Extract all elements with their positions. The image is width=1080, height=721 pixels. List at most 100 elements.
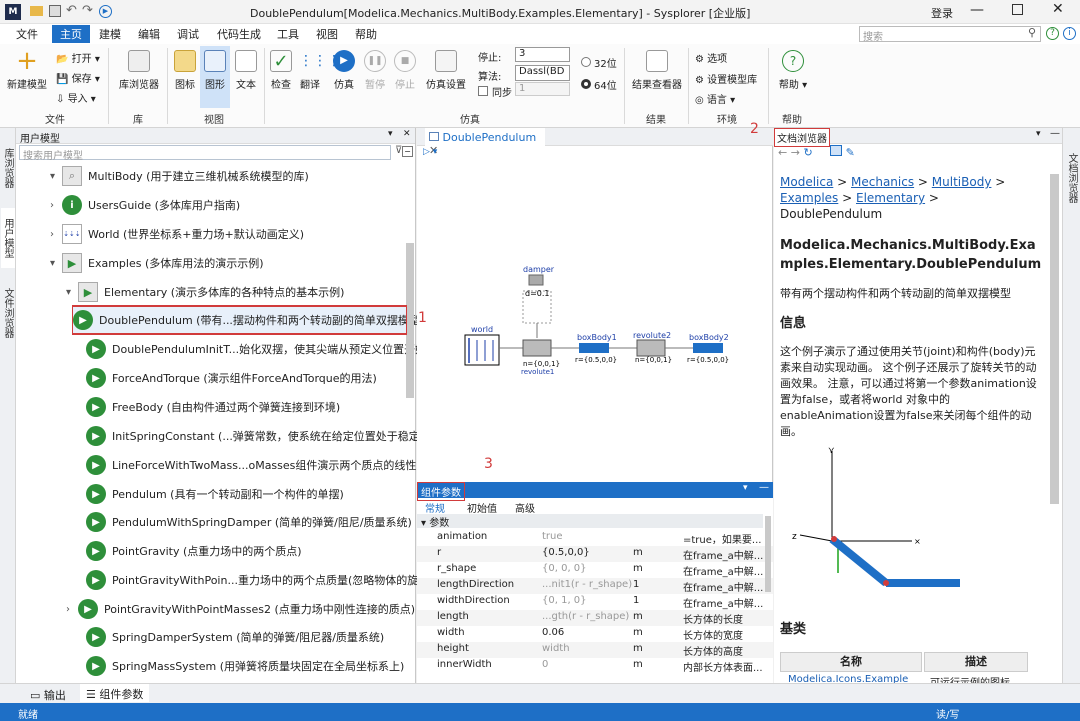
run-icon[interactable]: ▶ [99, 5, 112, 18]
param-value[interactable]: 0 [542, 659, 642, 670]
folder-icon[interactable] [30, 6, 43, 16]
simulate-button[interactable]: ▶ 仿真 [331, 50, 357, 91]
menu-home[interactable]: 主页 [52, 25, 90, 43]
tree-item[interactable]: ▶ FreeBody (自由构件通过两个弹簧连接到环境) [74, 393, 340, 421]
about-icon[interactable]: i [1063, 27, 1076, 40]
menu-tools[interactable]: 工具 [277, 26, 299, 42]
close-button[interactable]: ✕ [1052, 1, 1064, 17]
collapse-icon[interactable]: − [402, 146, 413, 157]
diagram-canvas[interactable]: world damper d=0.1 n={0,0,1} revolute1 b… [417, 158, 773, 478]
tab-doublependulum[interactable]: DoublePendulum ✕ [425, 128, 545, 157]
chevron-right-icon[interactable]: › [66, 604, 78, 615]
help-button[interactable]: ? 帮助 ▾ [778, 50, 808, 91]
check-button[interactable]: ✓ 检查 [268, 50, 294, 91]
algorithm-select[interactable]: Dassl(BD [515, 65, 570, 81]
tab-lib-browser[interactable]: 库浏览器 [1, 136, 15, 200]
diagram-view-button[interactable]: 图形 [200, 46, 230, 108]
global-search-input[interactable]: 搜索 [859, 26, 1041, 43]
world-block[interactable] [464, 334, 500, 366]
tree-item[interactable]: › i UsersGuide (多体库用户指南) [50, 191, 240, 219]
radio-32[interactable] [581, 57, 591, 67]
user-model-search-input[interactable]: 搜索用户模型 [19, 145, 391, 162]
translate-button[interactable]: ⋮⋮⋮ 翻译 [297, 50, 341, 91]
param-value[interactable]: ...gth(r - r_shape) [542, 611, 642, 622]
tab-user-models[interactable]: 用户模型 [1, 208, 15, 268]
param-row[interactable]: length ...gth(r - r_shape) m 长方体的长度 [417, 610, 773, 626]
language-button[interactable]: ◎ 语言 ▾ [695, 91, 735, 106]
tab-file-browser[interactable]: 文件浏览器 [1, 278, 15, 348]
search-icon[interactable]: ⚲ [1028, 26, 1036, 39]
menu-codegen[interactable]: 代码生成 [217, 26, 261, 42]
menu-help[interactable]: 帮助 [355, 26, 377, 42]
tree-item[interactable]: ▾ ⌕ MultiBody (用于建立三维机械系统模型的库) [50, 162, 309, 190]
icon-view-button[interactable]: 图标 [172, 50, 198, 91]
menu-edit[interactable]: 编辑 [138, 26, 160, 42]
forward-icon[interactable]: → [791, 146, 800, 159]
doc-minimize-icon[interactable]: — [1050, 128, 1060, 139]
tree-item[interactable]: ▶ LineForceWithTwoMass...oMasses组件演示两个质点的… [74, 451, 432, 479]
doc-scrollbar[interactable] [1050, 174, 1059, 504]
menu-file[interactable]: 文件 [16, 26, 38, 42]
save-button[interactable]: 💾 保存 ▾ [56, 70, 100, 85]
tree-item[interactable]: › ▶ PointGravityWithPointMasses2 (点重力场中刚性连… [66, 595, 415, 623]
revolute2-block[interactable] [636, 339, 666, 357]
param-row[interactable]: width 0.06 m 长方体的宽度 [417, 626, 773, 642]
chevron-down-icon[interactable]: ▾ [66, 287, 78, 298]
radio-64[interactable] [581, 79, 591, 89]
open-button[interactable]: 📂 打开 ▾ [56, 50, 100, 65]
tree-item[interactable]: ▾ ▶ Elementary (演示多体库的各种特点的基本示例) [66, 278, 344, 306]
doc-collapse-icon[interactable]: ▾ [1036, 129, 1041, 139]
tree-item[interactable]: ▶ DoublePendulumInitT...始化双摆，使其尖端从预定义位置开始… [74, 335, 436, 363]
edit-doc-icon[interactable]: ✎ [846, 146, 855, 159]
stop-button[interactable]: ■ 停止 [392, 50, 418, 91]
chevron-down-icon[interactable]: ▾ [50, 171, 62, 182]
crumb-elementary[interactable]: Elementary [856, 191, 925, 205]
save-icon[interactable] [49, 5, 61, 17]
param-row[interactable]: innerWidth 0 m 内部长方体表面... [417, 658, 773, 674]
undo-icon[interactable]: ↶ [66, 3, 77, 18]
tree-item[interactable]: ▶ InitSpringConstant (...弹簧常数，使系统在给定位置处于稳… [74, 422, 446, 450]
pin-icon[interactable]: ▾ [388, 129, 393, 139]
param-row[interactable]: animation true =true，如果要... [417, 530, 773, 546]
menu-modeling[interactable]: 建模 [99, 26, 121, 42]
login-link[interactable]: 登录 [931, 5, 953, 21]
chevron-right-icon[interactable]: › [50, 200, 62, 211]
tree-item[interactable]: ▶ PointGravity (点重力场中的两个质点) [74, 537, 302, 565]
param-value[interactable]: {0, 1, 0} [542, 595, 642, 606]
tree-item[interactable]: ▶ PointGravityWithPoin...重力场中的两个点质量(忽略物体的… [74, 566, 438, 594]
tree-item[interactable]: › ⇣⇣⇣ World (世界坐标系+重力场+默认动画定义) [50, 220, 304, 248]
back-icon[interactable]: ← [778, 146, 787, 159]
param-value[interactable]: width [542, 643, 642, 654]
new-model-button[interactable]: + 新建模型 [6, 48, 48, 91]
param-row[interactable]: lengthDirection ...nit1(r - r_shape) 1 在fra… [417, 578, 773, 594]
tab-component-params[interactable]: ☰ 组件参数 [80, 684, 150, 702]
params-minimize-icon[interactable]: — [759, 482, 769, 493]
options-button[interactable]: ⚙ 选项 [695, 50, 727, 65]
param-tab-general[interactable]: 常规 [425, 500, 445, 515]
base-class-link[interactable]: Modelica.Icons.Example [788, 674, 908, 683]
result-viewer-button[interactable]: 结果查看器 [630, 50, 684, 91]
redo-icon[interactable]: ↷ [82, 3, 93, 18]
model-lib-settings-button[interactable]: ⚙ 设置模型库 [695, 71, 757, 86]
crumb-examples[interactable]: Examples [780, 191, 838, 205]
tab-output[interactable]: ▭ 输出 [30, 687, 66, 703]
param-value[interactable]: {0.5,0,0} [542, 547, 642, 558]
param-row[interactable]: r_shape {0, 0, 0} m 在frame_a中解... [417, 562, 773, 578]
tree-item[interactable]: ▾ ▶ Examples (多体库用法的演示示例) [50, 249, 264, 277]
param-value[interactable]: true [542, 531, 642, 542]
crumb-multibody[interactable]: MultiBody [932, 175, 992, 189]
stop-time-input[interactable]: 3 [515, 47, 570, 62]
tree-item[interactable]: ▶ Pendulum (具有一个转动副和一个构件的单摆) [74, 480, 344, 508]
chevron-down-icon[interactable]: ▾ [50, 258, 62, 269]
revolute1-block[interactable] [522, 339, 552, 357]
param-value[interactable]: 0.06 [542, 627, 642, 638]
tree-item[interactable]: ▶ ForceAndTorque (演示组件ForceAndTorque的用法) [74, 364, 377, 392]
minimize-button[interactable]: — [970, 2, 984, 18]
maximize-button[interactable] [1012, 4, 1023, 15]
params-collapse-icon[interactable]: ▾ [743, 483, 748, 493]
menu-view[interactable]: 视图 [316, 26, 338, 42]
close-icon[interactable]: ✕ [403, 129, 411, 139]
view-doc-icon[interactable] [830, 145, 843, 156]
lib-browser-button[interactable]: 库浏览器 [117, 50, 161, 91]
crumb-modelica[interactable]: Modelica [780, 175, 833, 189]
